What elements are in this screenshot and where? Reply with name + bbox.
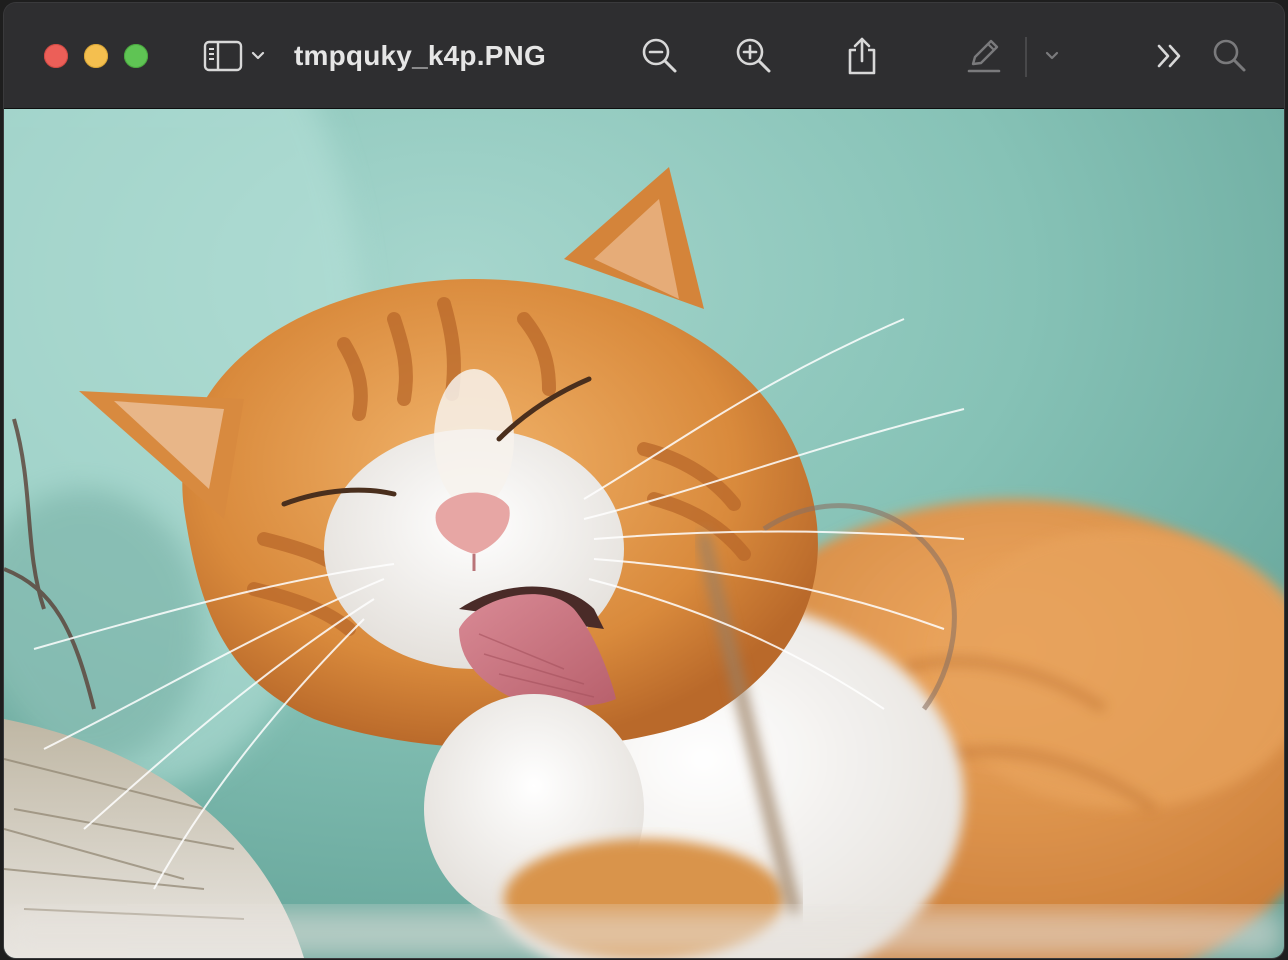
chevron-down-icon: [251, 51, 265, 61]
sidebar-toggle-button[interactable]: [196, 35, 272, 77]
share-icon: [845, 36, 879, 76]
search-icon: [1212, 38, 1248, 74]
document-title: tmpquky_k4p.PNG: [294, 40, 546, 71]
zoom-in-button[interactable]: [730, 35, 778, 77]
title-bar[interactable]: tmpquky_k4p.PNG: [4, 3, 1284, 109]
sidebar-icon: [203, 40, 243, 72]
cat-photo: [4, 109, 1284, 958]
preview-window: tmpquky_k4p.PNG: [4, 3, 1284, 958]
zoom-out-icon: [641, 37, 679, 75]
double-chevron-right-icon: [1155, 42, 1185, 70]
more-toolbar-items-button[interactable]: [1150, 35, 1190, 77]
markup-button[interactable]: [962, 35, 1006, 77]
share-button[interactable]: [838, 35, 886, 77]
search-button[interactable]: [1208, 35, 1252, 77]
zoom-in-icon: [735, 37, 773, 75]
markup-options-button[interactable]: [1038, 35, 1066, 77]
minimize-window-button[interactable]: [84, 44, 108, 68]
image-canvas[interactable]: [4, 109, 1284, 958]
zoom-window-button[interactable]: [124, 44, 148, 68]
chevron-down-icon: [1045, 51, 1059, 61]
pencil-icon: [965, 37, 1003, 75]
zoom-out-button[interactable]: [636, 35, 684, 77]
close-window-button[interactable]: [44, 44, 68, 68]
toolbar-divider: [1025, 37, 1027, 77]
